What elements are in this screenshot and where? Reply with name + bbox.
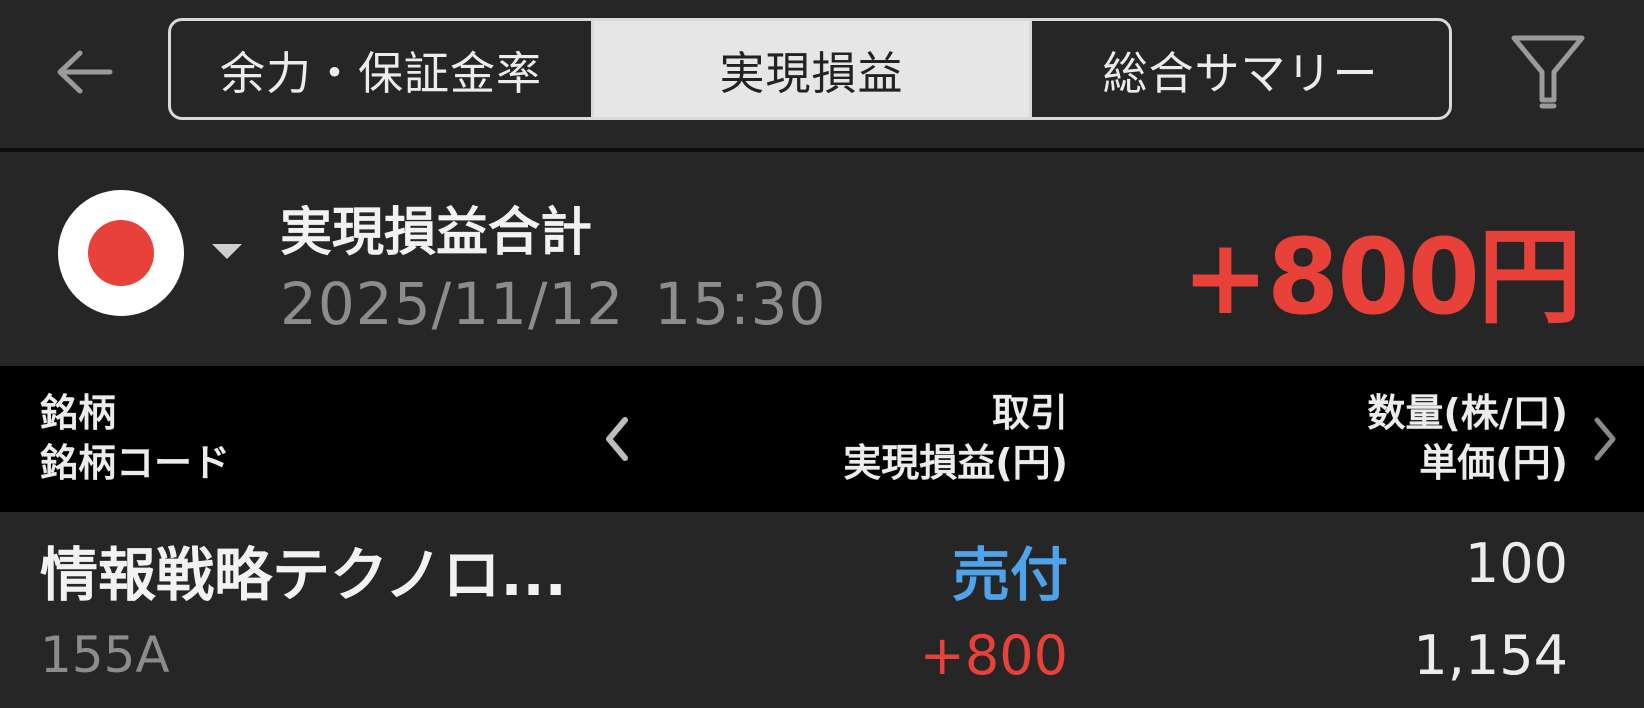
stock-name: 情報戦略テクノロ... — [40, 541, 567, 609]
filter-icon — [1511, 35, 1585, 109]
top-bar: 余力・保証金率 実現損益 総合サマリー — [0, 0, 1644, 148]
header-trade-type: 取引 — [991, 391, 1068, 435]
summary-time: 15:30 — [654, 270, 827, 338]
columns-prev-button[interactable] — [594, 404, 638, 474]
header-stock-code: 銘柄コード — [40, 441, 231, 485]
stock-code: 155A — [40, 626, 170, 684]
summary-section: 実現損益合計 2025/11/12 15:30 +800円 — [0, 152, 1644, 366]
tab-bar: 余力・保証金率 実現損益 総合サマリー — [168, 18, 1452, 120]
table-header: 銘柄 銘柄コード 取引 実現損益(円) 数量(株/口) 単価(円) — [0, 366, 1644, 512]
caret-down-icon[interactable] — [212, 244, 242, 259]
tab-realized-pl[interactable]: 実現損益 — [594, 21, 1029, 117]
back-button[interactable] — [44, 32, 124, 112]
columns-next-button[interactable] — [1584, 404, 1628, 474]
chevron-left-icon — [606, 417, 628, 461]
trade-side: 売付 — [951, 541, 1068, 609]
header-realized-pl: 実現損益(円) — [843, 441, 1068, 485]
header-quantity: 数量(株/口) 単価(円) — [1367, 388, 1568, 488]
tab-margin-ratio[interactable]: 余力・保証金率 — [171, 21, 594, 117]
tab-summary[interactable]: 総合サマリー — [1029, 21, 1449, 117]
realized-pl-total: +800円 — [1181, 216, 1582, 338]
summary-timestamp: 2025/11/12 15:30 — [280, 270, 826, 338]
header-stock-name: 銘柄 — [40, 391, 117, 435]
arrow-left-icon — [57, 50, 113, 94]
summary-title: 実現損益合計 — [280, 203, 593, 263]
header-stock: 銘柄 銘柄コード — [40, 388, 230, 488]
table-row[interactable]: 情報戦略テクノロ... 155A 売付 +800 100 1,154 — [0, 512, 1644, 708]
filter-button[interactable] — [1500, 28, 1596, 116]
japan-flag-icon — [58, 190, 184, 316]
header-trade: 取引 実現損益(円) — [843, 388, 1068, 488]
chevron-right-icon — [1594, 417, 1616, 461]
header-quantity-label: 数量(株/口) — [1367, 391, 1568, 435]
summary-date: 2025/11/12 — [280, 270, 625, 338]
quantity: 100 — [1464, 532, 1568, 595]
market-selector[interactable] — [58, 190, 184, 316]
header-unit-price: 単価(円) — [1419, 441, 1568, 485]
realized-pl: +800 — [919, 624, 1068, 687]
unit-price: 1,154 — [1413, 624, 1568, 687]
